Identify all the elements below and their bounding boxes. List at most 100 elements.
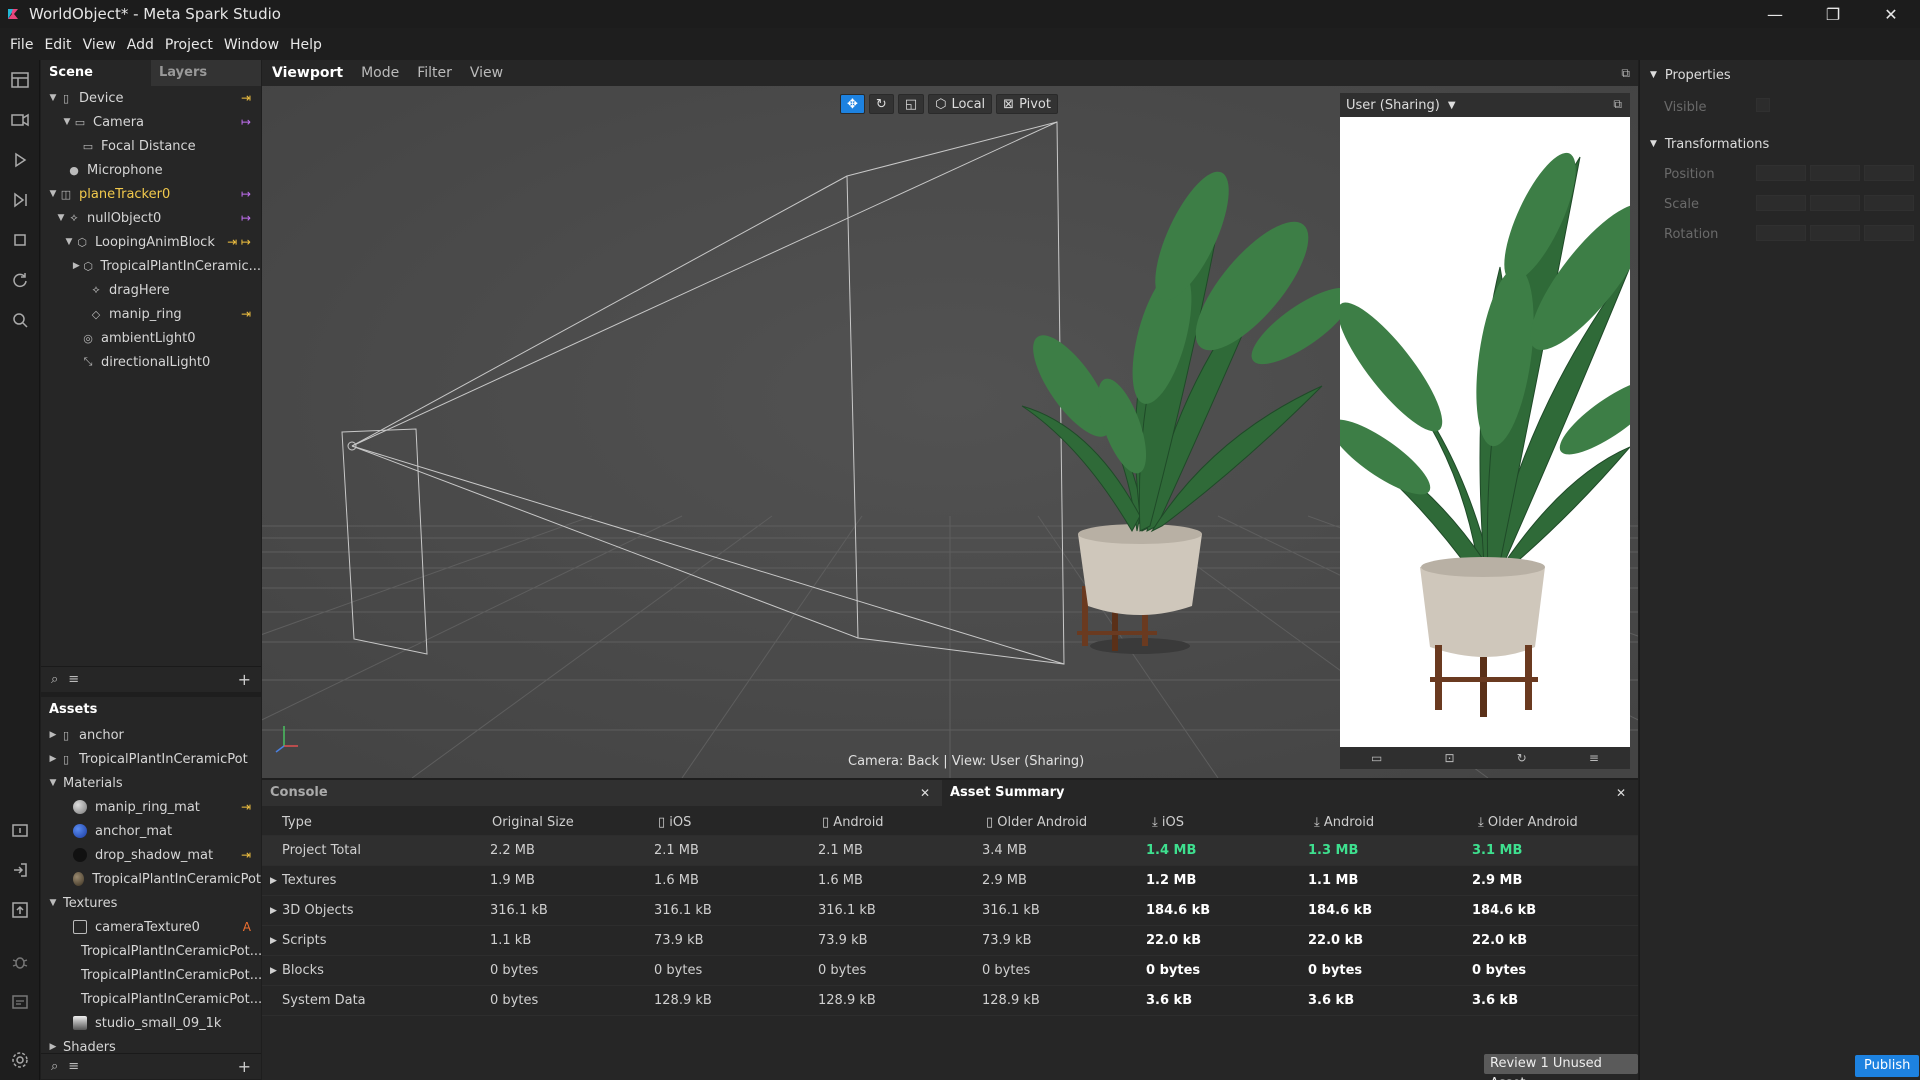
link-icon[interactable]: ⇥ ↦	[227, 235, 251, 249]
column-header[interactable]: Original Size	[492, 815, 574, 830]
publish-button[interactable]: Publish	[1855, 1055, 1920, 1077]
expand-arrow-icon[interactable]: ▶	[270, 936, 277, 946]
scale-y-field[interactable]	[1810, 195, 1860, 211]
expand-arrow-icon[interactable]: ▶	[47, 754, 59, 764]
expand-arrow-icon[interactable]: ▼	[47, 778, 59, 788]
tree-item-focal-distance[interactable]: ▭ Focal Distance	[41, 134, 261, 158]
position-x-field[interactable]	[1756, 165, 1806, 181]
asset-item-plant-material[interactable]: TropicalPlantInCeramicPot	[41, 867, 261, 891]
expand-arrow-icon[interactable]: ▶	[270, 906, 277, 916]
column-header[interactable]: ⤓ Older Android	[1478, 815, 1578, 830]
view-menu[interactable]: View	[470, 65, 503, 81]
table-row[interactable]: ▶ 3D Objects 316.1 kB 316.1 kB 316.1 kB …	[262, 896, 1638, 926]
popout-icon[interactable]: ⧉	[1621, 66, 1630, 81]
asset-item-camera-texture[interactable]: cameraTexture0 A	[41, 915, 261, 939]
rotation-x-field[interactable]	[1756, 225, 1806, 241]
tree-item-null-object[interactable]: ▼ ⟡ nullObject0 ↦	[41, 206, 261, 230]
menu-window[interactable]: Window	[224, 37, 279, 53]
expand-arrow-icon[interactable]: ▼	[63, 237, 75, 247]
expand-arrow-icon[interactable]: ▶	[71, 261, 82, 271]
menu-project[interactable]: Project	[165, 37, 213, 53]
settings-gear-icon[interactable]	[10, 1050, 30, 1070]
upload-icon[interactable]	[10, 900, 30, 920]
scale-z-field[interactable]	[1864, 195, 1914, 211]
play-icon[interactable]	[10, 150, 30, 170]
rotation-y-field[interactable]	[1810, 225, 1860, 241]
scale-x-field[interactable]	[1756, 195, 1806, 211]
tab-asset-summary[interactable]: Asset Summary ✕	[942, 780, 1638, 806]
tab-console[interactable]: Console ✕	[262, 780, 942, 806]
expand-arrow-icon[interactable]: ▼	[47, 93, 59, 103]
tab-viewport[interactable]: Viewport	[272, 65, 343, 81]
column-header[interactable]: ▯ iOS	[658, 815, 691, 830]
asset-item-plant-texture-1[interactable]: TropicalPlantInCeramicPot...	[41, 939, 261, 963]
close-icon[interactable]: ✕	[1616, 780, 1626, 806]
tree-item-device[interactable]: ▼ ▯ Device ⇥	[41, 86, 261, 110]
video-camera-icon[interactable]: ▭	[1371, 751, 1382, 765]
asset-item-drop-shadow-mat[interactable]: drop_shadow_mat ⇥	[41, 843, 261, 867]
expand-arrow-icon[interactable]: ▶	[47, 1042, 59, 1052]
tree-item-manip-ring[interactable]: ◇ manip_ring ⇥	[41, 302, 261, 326]
review-unused-asset-button[interactable]: Review 1 Unused Asset	[1484, 1054, 1638, 1080]
menu-edit[interactable]: Edit	[44, 37, 71, 53]
table-row[interactable]: Project Total 2.2 MB 2.1 MB 2.1 MB 3.4 M…	[262, 836, 1638, 866]
add-asset-button[interactable]: +	[238, 1057, 251, 1076]
position-z-field[interactable]	[1864, 165, 1914, 181]
login-icon[interactable]	[10, 860, 30, 880]
visible-checkbox[interactable]	[1756, 98, 1770, 112]
asset-folder-materials[interactable]: ▼ Materials	[41, 771, 261, 795]
tree-item-microphone[interactable]: ● Microphone	[41, 158, 261, 182]
scale-tool-icon[interactable]: ◱	[897, 94, 925, 114]
rotate-device-icon[interactable]: ↻	[1517, 751, 1527, 765]
asset-item-tropical-plant[interactable]: ▶ ▯ TropicalPlantInCeramicPot	[41, 747, 261, 771]
link-icon[interactable]: ↦	[241, 211, 251, 225]
console-icon[interactable]	[10, 992, 30, 1012]
menu-file[interactable]: File	[10, 37, 33, 53]
expand-arrow-icon[interactable]: ▶	[47, 730, 59, 740]
expand-arrow-icon[interactable]: ▼	[55, 213, 67, 223]
asset-item-studio-env[interactable]: studio_small_09_1k	[41, 1011, 261, 1035]
properties-section[interactable]: ▼ Properties	[1640, 62, 1920, 88]
local-space-button[interactable]: ⬡ Local	[928, 94, 993, 114]
asset-item-plant-texture-3[interactable]: TropicalPlantInCeramicPot...	[41, 987, 261, 1011]
filter-menu[interactable]: Filter	[417, 65, 452, 81]
menu-help[interactable]: Help	[290, 37, 322, 53]
asset-item-anchor[interactable]: ▶ ▯ anchor	[41, 723, 261, 747]
link-icon[interactable]: ⇥	[241, 800, 251, 814]
tree-item-camera[interactable]: ▼ ▭ Camera ↦	[41, 110, 261, 134]
tree-item-ambient-light[interactable]: ◎ ambientLight0	[41, 326, 261, 350]
close-button[interactable]: ✕	[1862, 0, 1920, 28]
table-row[interactable]: ▶ Textures 1.9 MB 1.6 MB 1.6 MB 2.9 MB 1…	[262, 866, 1638, 896]
asset-folder-textures[interactable]: ▼ Textures	[41, 891, 261, 915]
expand-arrow-icon[interactable]: ▶	[270, 966, 277, 976]
tree-item-plane-tracker[interactable]: ▼ ◫ planeTracker0 ↦	[41, 182, 261, 206]
column-header[interactable]: ⤓ Android	[1314, 815, 1374, 830]
maximize-button[interactable]: ❐	[1804, 0, 1862, 28]
mode-menu[interactable]: Mode	[361, 65, 399, 81]
link-icon[interactable]: ⇥	[241, 91, 251, 105]
search-icon[interactable]	[10, 310, 30, 330]
expand-arrow-icon[interactable]: ▼	[47, 898, 59, 908]
bug-icon[interactable]	[10, 952, 30, 972]
tab-scene[interactable]: Scene	[41, 60, 151, 86]
column-header[interactable]: ▯ Older Android	[986, 815, 1087, 830]
video-icon[interactable]	[10, 110, 30, 130]
link-icon[interactable]: A	[243, 920, 251, 934]
filter-icon[interactable]: ≡	[68, 672, 79, 687]
column-header[interactable]: ▯ Android	[822, 815, 884, 830]
close-icon[interactable]: ✕	[920, 780, 930, 806]
tree-item-looping-anim-block[interactable]: ▼ ⬡ LoopingAnimBlock ⇥ ↦	[41, 230, 261, 254]
link-icon[interactable]: ⇥	[241, 307, 251, 321]
filter-icon[interactable]: ≡	[68, 1059, 79, 1074]
rotation-z-field[interactable]	[1864, 225, 1914, 241]
add-object-button[interactable]: +	[238, 670, 251, 689]
minimize-button[interactable]: —	[1746, 0, 1804, 28]
expand-arrow-icon[interactable]: ▼	[47, 189, 59, 199]
menu-icon[interactable]: ≡	[1589, 751, 1599, 765]
link-icon[interactable]: ⇥	[241, 848, 251, 862]
asset-item-plant-texture-2[interactable]: TropicalPlantInCeramicPot...	[41, 963, 261, 987]
popout-icon[interactable]: ⧉	[1613, 97, 1622, 112]
link-icon[interactable]: ↦	[241, 187, 251, 201]
screenshot-icon[interactable]: ⊡	[1445, 751, 1455, 765]
table-row[interactable]: ▶ Scripts 1.1 kB 73.9 kB 73.9 kB 73.9 kB…	[262, 926, 1638, 956]
